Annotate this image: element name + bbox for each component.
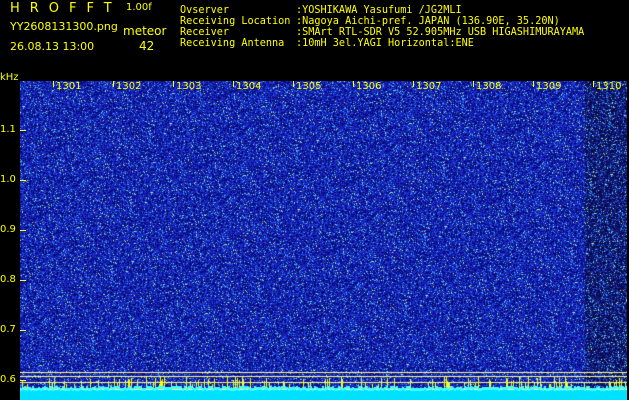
x-tick-label: 1301 xyxy=(56,81,82,92)
info-value: :Nagoya Aichi-pref. JAPAN (136.90E, 35.2… xyxy=(296,16,560,27)
x-tickmark xyxy=(113,81,114,87)
y-tick-label: 0.6 xyxy=(0,374,16,385)
image-filename: YY2608131300.png xyxy=(10,20,118,33)
x-tick-label: 1307 xyxy=(416,81,442,92)
spectrogram-canvas xyxy=(20,81,627,400)
x-tick-label: 1305 xyxy=(296,81,322,92)
y-axis-unit: kHz xyxy=(0,72,19,83)
hrofft-window: HROFFT 1.00f YY2608131300.png 26.08.13 1… xyxy=(0,0,629,400)
capture-timestamp: 26.08.13 13:00 xyxy=(10,40,95,53)
y-tick-label: 0.9 xyxy=(0,224,16,235)
x-tick-label: 1302 xyxy=(116,81,142,92)
x-tick-label: 1310 xyxy=(596,81,622,92)
app-logo: HROFFT xyxy=(10,1,122,16)
y-tick-label: 0.7 xyxy=(0,324,16,335)
info-label: Receiving Antenna xyxy=(180,38,285,49)
y-tickmark xyxy=(20,380,26,381)
y-tick-label: 1.1 xyxy=(0,124,16,135)
x-tick-label: 1304 xyxy=(236,81,262,92)
x-tick-label: 1306 xyxy=(356,81,382,92)
y-tick-label: 0.8 xyxy=(0,274,16,285)
info-value: :SMArt RTL-SDR V5 52.905MHz USB HIGASHIM… xyxy=(296,27,585,38)
station-info: Ovserver :YOSHIKAWA Yasufumi /JG2MLI Rec… xyxy=(180,5,584,49)
meteor-count-value: 42 xyxy=(139,39,155,53)
y-tickmark xyxy=(20,280,26,281)
x-tickmark xyxy=(533,81,534,87)
x-tickmark xyxy=(593,81,594,87)
y-tickmark xyxy=(20,330,26,331)
x-tickmark xyxy=(173,81,174,87)
meteor-count-label: meteor xyxy=(123,24,167,38)
info-row-observer: Ovserver :YOSHIKAWA Yasufumi /JG2MLI xyxy=(180,5,584,16)
x-tick-label: 1309 xyxy=(536,81,562,92)
info-row-receiver: Receiver :SMArt RTL-SDR V5 52.905MHz USB… xyxy=(180,27,584,38)
y-tick-label: 1.0 xyxy=(0,174,16,185)
app-version: 1.00f xyxy=(126,2,152,13)
x-tickmark xyxy=(353,81,354,87)
info-label: Receiving Location xyxy=(180,16,291,27)
x-tickmark xyxy=(413,81,414,87)
info-value: :10mH 3el.YAGI Horizontal:ENE xyxy=(296,38,474,49)
info-label: Ovserver xyxy=(180,5,230,16)
spectrogram-plot xyxy=(20,81,627,400)
x-tickmark xyxy=(293,81,294,87)
y-tickmark xyxy=(20,230,26,231)
y-tickmark xyxy=(20,180,26,181)
info-row-antenna: Receiving Antenna :10mH 3el.YAGI Horizon… xyxy=(180,38,584,49)
y-tickmark xyxy=(20,130,26,131)
info-row-location: Receiving Location :Nagoya Aichi-pref. J… xyxy=(180,16,584,27)
info-label: Receiver xyxy=(180,27,230,38)
x-tick-label: 1308 xyxy=(476,81,502,92)
x-tick-label: 1303 xyxy=(176,81,202,92)
x-tickmark xyxy=(233,81,234,87)
x-tickmark xyxy=(473,81,474,87)
info-value: :YOSHIKAWA Yasufumi /JG2MLI xyxy=(296,5,462,16)
x-tickmark xyxy=(53,81,54,87)
